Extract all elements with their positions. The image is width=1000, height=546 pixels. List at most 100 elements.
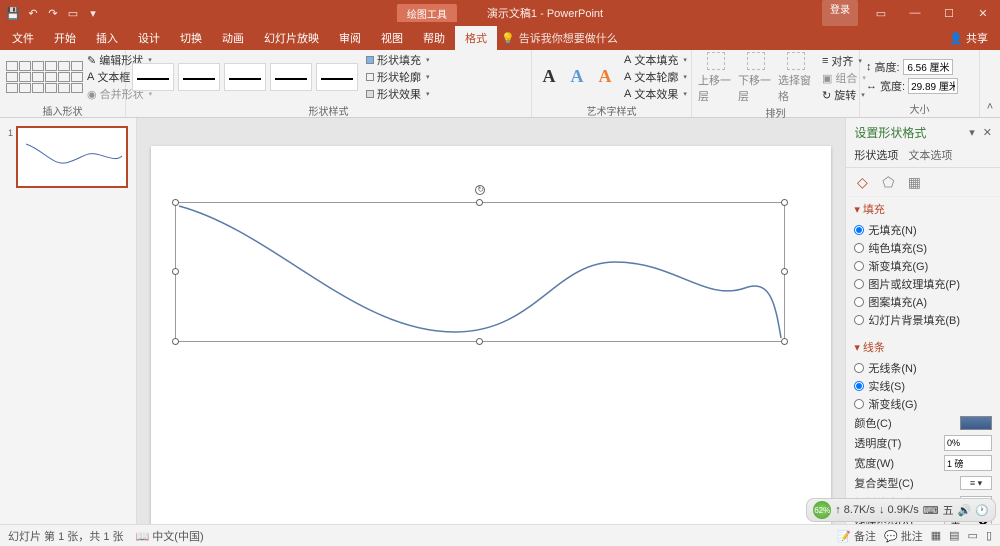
slide-thumbnail-1[interactable]: 1	[16, 126, 128, 188]
close-icon[interactable]: ✕	[966, 0, 1000, 26]
document-title: 演示文稿1 - PowerPoint	[487, 5, 603, 21]
tab-view[interactable]: 视图	[371, 26, 413, 50]
handle-bc[interactable]	[476, 338, 483, 345]
forward-icon	[707, 52, 725, 70]
handle-bl[interactable]	[172, 338, 179, 345]
view-normal-icon[interactable]: ▦	[931, 529, 941, 542]
line-none-label: 无线条(N)	[868, 360, 916, 376]
bring-forward-button[interactable]: 上移一层	[698, 52, 734, 104]
save-icon[interactable]: 💾	[6, 6, 20, 20]
fill-solid[interactable]: 纯色填充(S)	[854, 239, 992, 257]
thumbnail-pane[interactable]: 1	[0, 118, 137, 524]
chevron-down-icon[interactable]: ▾	[854, 203, 860, 216]
tray-ime-icon[interactable]: ⌨	[923, 504, 939, 517]
fill-pattern[interactable]: 图案填充(A)	[854, 293, 992, 311]
quick-access-toolbar: 💾 ↶ ↷ ▭ ▾	[0, 6, 106, 20]
collapse-ribbon-button[interactable]: ˄	[980, 50, 1000, 117]
fill-picture[interactable]: 图片或纹理填充(P)	[854, 275, 992, 293]
tab-home[interactable]: 开始	[44, 26, 86, 50]
tab-help[interactable]: 帮助	[413, 26, 455, 50]
group-button[interactable]: ▣组合	[822, 70, 866, 86]
tab-transitions[interactable]: 切换	[170, 26, 212, 50]
qat-more-icon[interactable]: ▾	[86, 6, 100, 20]
shape-effects-button[interactable]: 形状效果	[366, 86, 430, 102]
lang-indicator[interactable]: 📖 中文(中国)	[136, 528, 204, 544]
notes-button[interactable]: 📝 备注	[837, 528, 876, 544]
fill-gradient[interactable]: 渐变填充(G)	[854, 257, 992, 275]
slideshow-icon[interactable]: ▭	[66, 6, 80, 20]
tell-me[interactable]: 💡 告诉我你想要做什么	[501, 26, 618, 50]
fill-none[interactable]: 无填充(N)	[854, 221, 992, 239]
tray-input-icon[interactable]: 五	[943, 502, 954, 518]
trans-input[interactable]	[944, 435, 992, 451]
selection-pane-button[interactable]: 选择窗格	[778, 52, 814, 104]
handle-tc[interactable]	[476, 199, 483, 206]
tab-format[interactable]: 格式	[455, 26, 497, 50]
wordart-gallery[interactable]: A A A	[538, 66, 616, 88]
line-gradient[interactable]: 渐变线(G)	[854, 395, 992, 413]
panel-title: 设置形状格式	[854, 124, 926, 141]
maximize-icon[interactable]: ☐	[932, 0, 966, 26]
tray-badge[interactable]: 62%	[813, 501, 831, 519]
send-backward-button[interactable]: 下移一层	[738, 52, 774, 104]
shape-style-gallery[interactable]	[132, 63, 358, 91]
tab-shape-options[interactable]: 形状选项	[854, 147, 898, 163]
redo-icon[interactable]: ↷	[46, 6, 60, 20]
tab-slideshow[interactable]: 幻灯片放映	[254, 26, 329, 50]
slide-indicator: 幻灯片 第 1 张，共 1 张	[8, 528, 124, 544]
slide[interactable]	[151, 146, 831, 524]
view-reading-icon[interactable]: ▭	[968, 529, 978, 542]
undo-icon[interactable]: ↶	[26, 6, 40, 20]
minimize-icon[interactable]: —	[898, 0, 932, 26]
tray-time-icon[interactable]: 🕐	[975, 504, 989, 517]
shape-fill-button[interactable]: 形状填充	[366, 52, 430, 68]
shape-outline-button[interactable]: 形状轮廓	[366, 69, 430, 85]
chevron-down-icon-2[interactable]: ▾	[854, 341, 860, 354]
title-bar: 💾 ↶ ↷ ▭ ▾ 绘图工具 演示文稿1 - PowerPoint 登录 ▭ —…	[0, 0, 1000, 26]
view-slideshow-icon[interactable]: ▯	[986, 529, 992, 542]
share-button[interactable]: 👤 共享	[939, 26, 998, 50]
handle-tl[interactable]	[172, 199, 179, 206]
textoutline-icon: A	[624, 71, 631, 83]
text-outline-button[interactable]: A文本轮廓	[624, 69, 687, 85]
tab-file[interactable]: 文件	[2, 26, 44, 50]
size-props-icon[interactable]: ▦	[906, 174, 922, 190]
text-fill-button[interactable]: A文本填充	[624, 52, 687, 68]
tab-insert[interactable]: 插入	[86, 26, 128, 50]
ribbon-options-icon[interactable]: ▭	[864, 0, 898, 26]
tell-me-label: 告诉我你想要做什么	[519, 30, 618, 46]
text-effects-button[interactable]: A文本效果	[624, 86, 687, 102]
tab-design[interactable]: 设计	[128, 26, 170, 50]
fill-slidebg[interactable]: 幻灯片背景填充(B)	[854, 311, 992, 329]
handle-ml[interactable]	[172, 268, 179, 275]
rotation-handle[interactable]	[475, 185, 485, 195]
width-input[interactable]	[908, 78, 958, 94]
panel-options-icon[interactable]: ▾	[969, 126, 975, 139]
line-solid[interactable]: 实线(S)	[854, 377, 992, 395]
height-input[interactable]	[903, 59, 953, 75]
group-insert-shape: ✎编辑形状 A文本框 ◉合并形状 插入形状	[0, 50, 126, 117]
view-sorter-icon[interactable]: ▤	[949, 529, 959, 542]
login-button[interactable]: 登录	[822, 0, 858, 26]
fill-line-icon[interactable]: ◇	[854, 174, 870, 190]
tray-sound-icon[interactable]: 🔊	[958, 504, 972, 517]
handle-tr[interactable]	[781, 199, 788, 206]
line-none[interactable]: 无线条(N)	[854, 359, 992, 377]
tab-text-options[interactable]: 文本选项	[908, 147, 952, 163]
panel-close-icon[interactable]: ✕	[983, 126, 992, 139]
selection-box[interactable]	[175, 202, 785, 342]
handle-br[interactable]	[781, 338, 788, 345]
shape-gallery[interactable]	[6, 61, 83, 93]
effects-icon-tab[interactable]: ⬠	[880, 174, 896, 190]
height-icon: ↕	[866, 61, 872, 73]
comments-button[interactable]: 💬 批注	[884, 528, 923, 544]
status-bar: 幻灯片 第 1 张，共 1 张 📖 中文(中国) 📝 备注 💬 批注 ▦ ▤ ▭…	[0, 524, 1000, 546]
tab-animations[interactable]: 动画	[212, 26, 254, 50]
handle-mr[interactable]	[781, 268, 788, 275]
compound-picker[interactable]: ≡ ▾	[960, 476, 992, 490]
tab-review[interactable]: 审阅	[329, 26, 371, 50]
slide-canvas[interactable]	[137, 118, 845, 524]
color-swatch[interactable]	[960, 416, 992, 430]
forward-label: 上移一层	[698, 72, 734, 104]
width-prop-input[interactable]	[944, 455, 992, 471]
